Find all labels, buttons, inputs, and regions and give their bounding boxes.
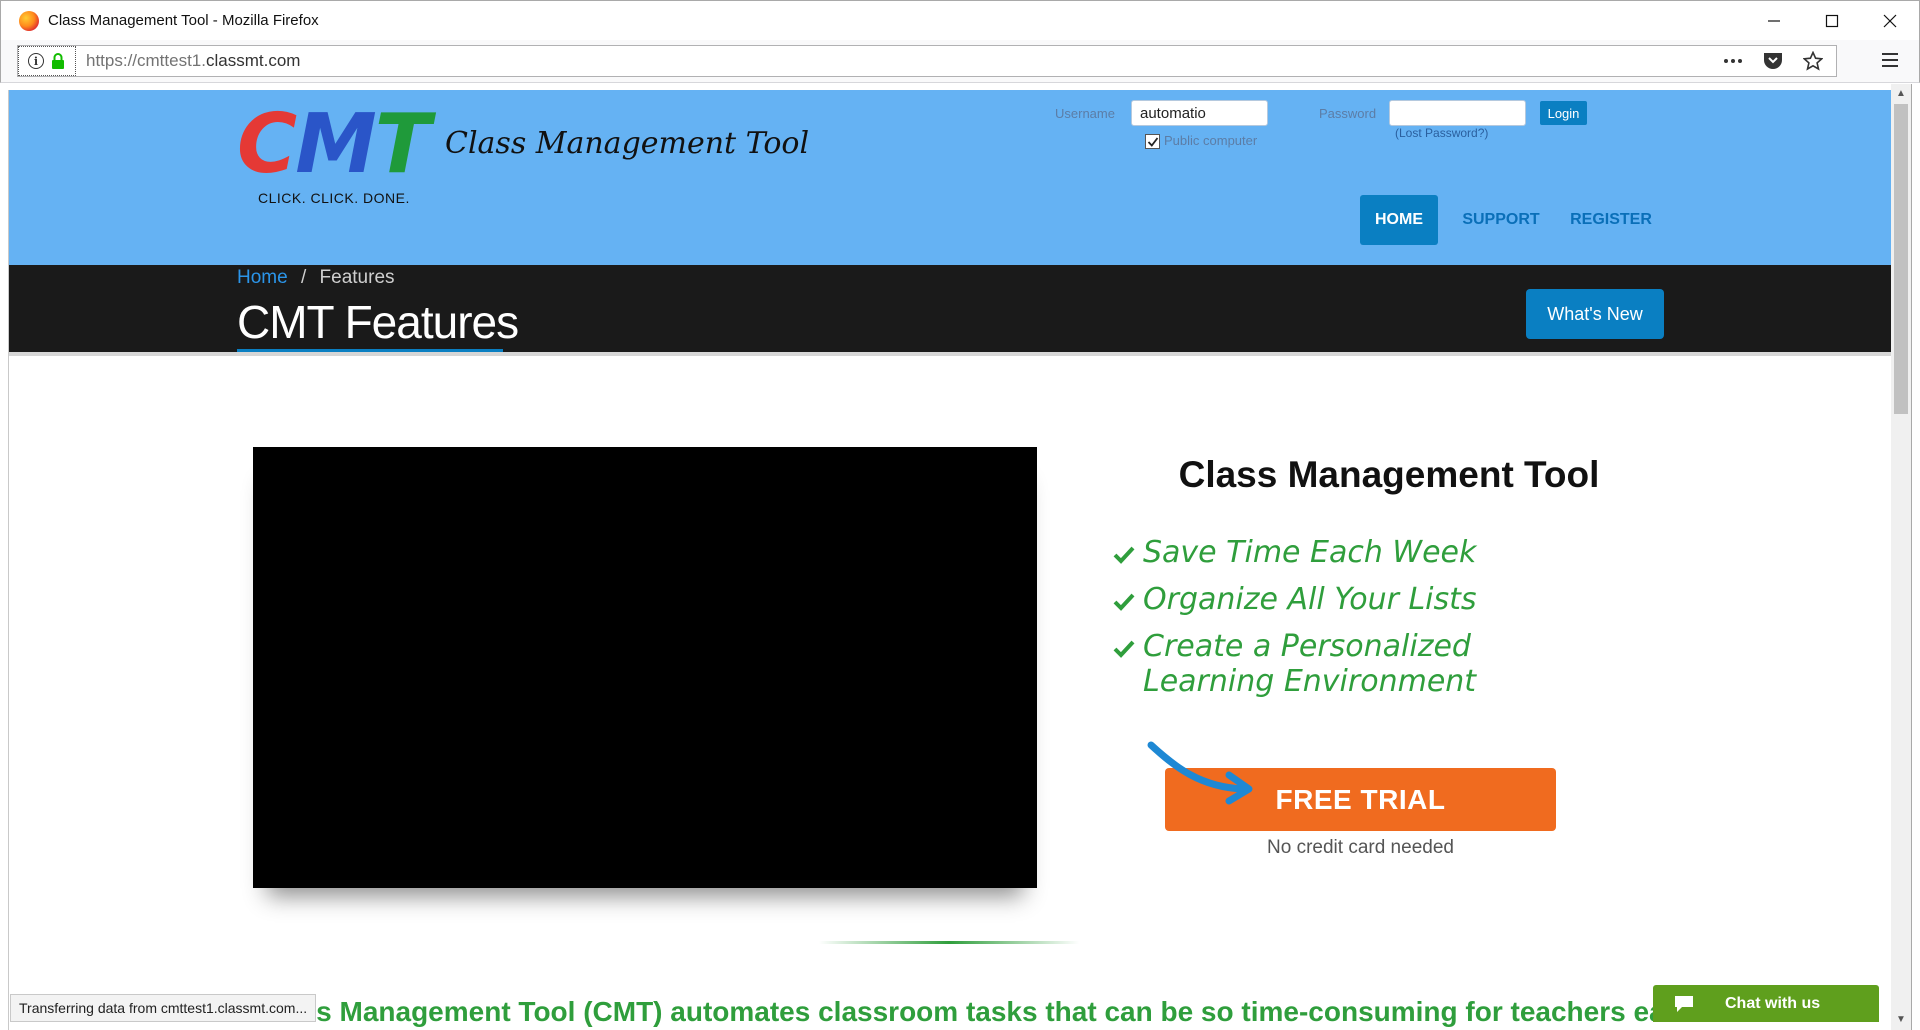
- more-icon[interactable]: [1722, 50, 1744, 72]
- lost-password-link[interactable]: (Lost Password?): [1395, 126, 1488, 140]
- site-header: CMT CLICK. CLICK. DONE. Class Management…: [9, 90, 1891, 265]
- window-controls: [1745, 1, 1919, 41]
- status-bar: Transferring data from cmttest1.classmt.…: [10, 994, 317, 1022]
- url-domain: classmt.com: [206, 51, 301, 70]
- logo-letter-m: M: [295, 97, 377, 192]
- logo-letter-t: T: [374, 97, 431, 192]
- header-divider: [9, 352, 1891, 356]
- firefox-logo-icon: [19, 10, 39, 31]
- chat-bubble-icon: [1675, 995, 1693, 1012]
- url-prefix: https://cmttest1.: [86, 51, 206, 70]
- browser-toolbar: i https://cmttest1.classmt.com: [0, 40, 1920, 83]
- nav-support[interactable]: SUPPORT: [1453, 195, 1549, 245]
- benefit-text: Organize All Your Lists: [1143, 582, 1477, 617]
- info-icon[interactable]: i: [28, 53, 44, 69]
- benefit-item: Create a Personalized Learning Environme…: [1113, 629, 1573, 699]
- intro-text: Class Management Tool (CMT) automates cl…: [257, 996, 1698, 1027]
- username-label: Username: [1055, 106, 1115, 121]
- chat-widget-button[interactable]: Chat with us: [1653, 985, 1879, 1022]
- benefit-item: Organize All Your Lists: [1113, 582, 1573, 617]
- lock-icon: [52, 53, 64, 69]
- url-actions: [1722, 46, 1824, 76]
- logo-letter-c: C: [237, 97, 297, 192]
- window-titlebar: Class Management Tool - Mozilla Firefox: [0, 0, 1920, 40]
- minimize-icon[interactable]: [1745, 1, 1803, 41]
- product-title: Class Management Tool: [1178, 454, 1600, 495]
- page-title: CMT Features: [237, 296, 519, 348]
- breadcrumb: Home / Features: [237, 267, 395, 289]
- page-viewport: CMT CLICK. CLICK. DONE. Class Management…: [8, 90, 1891, 1030]
- page-scrollbar[interactable]: ▲ ▼: [1891, 84, 1911, 1030]
- login-button[interactable]: Login: [1540, 101, 1587, 125]
- public-computer-checkbox[interactable]: [1145, 134, 1160, 149]
- url-text[interactable]: https://cmttest1.classmt.com: [86, 51, 300, 71]
- site-name: Class Management Tool: [445, 126, 810, 161]
- check-icon: [1113, 546, 1135, 564]
- page-title-band: Home / Features CMT Features What's New: [9, 265, 1891, 354]
- benefit-item: Save Time Each Week: [1113, 535, 1573, 570]
- menu-icon[interactable]: [1881, 51, 1899, 69]
- address-bar[interactable]: i https://cmttest1.classmt.com: [17, 45, 1837, 77]
- scroll-up-icon[interactable]: ▲: [1895, 88, 1907, 100]
- checkmark-icon: [1147, 136, 1158, 147]
- maximize-icon[interactable]: [1803, 1, 1861, 41]
- benefit-text: Save Time Each Week: [1143, 535, 1477, 570]
- scroll-thumb[interactable]: [1894, 104, 1908, 414]
- username-field[interactable]: [1131, 100, 1268, 126]
- benefit-text: Create a Personalized Learning Environme…: [1143, 629, 1477, 699]
- close-icon[interactable]: [1861, 1, 1919, 41]
- breadcrumb-current: Features: [319, 267, 395, 288]
- benefits-list: Save Time Each Week Organize All Your Li…: [1113, 535, 1573, 711]
- public-computer-label[interactable]: Public computer: [1164, 133, 1257, 148]
- nav-register[interactable]: REGISTER: [1559, 195, 1663, 245]
- whats-new-button[interactable]: What's New: [1526, 289, 1664, 339]
- star-icon[interactable]: [1802, 50, 1824, 72]
- chat-label: Chat with us: [1725, 994, 1821, 1012]
- no-credit-card-note: No credit card needed: [1267, 837, 1454, 858]
- section-divider: [819, 941, 1079, 944]
- site-identity[interactable]: i: [18, 46, 76, 76]
- check-icon: [1113, 593, 1135, 611]
- cmt-logo[interactable]: CMT: [237, 104, 431, 186]
- logo-tagline: CLICK. CLICK. DONE.: [258, 190, 410, 206]
- check-icon: [1113, 640, 1135, 658]
- breadcrumb-home[interactable]: Home: [237, 267, 288, 288]
- scroll-down-icon[interactable]: ▼: [1895, 1014, 1907, 1026]
- breadcrumb-separator: /: [300, 267, 307, 288]
- nav-home[interactable]: HOME: [1360, 195, 1438, 245]
- pocket-icon[interactable]: [1762, 50, 1784, 72]
- video-player[interactable]: [253, 447, 1037, 888]
- password-field[interactable]: [1389, 100, 1526, 126]
- password-label: Password: [1319, 106, 1377, 121]
- arrow-icon: [1147, 741, 1253, 805]
- window-title: Class Management Tool - Mozilla Firefox: [48, 12, 319, 29]
- window-right-edge: [1911, 84, 1920, 1030]
